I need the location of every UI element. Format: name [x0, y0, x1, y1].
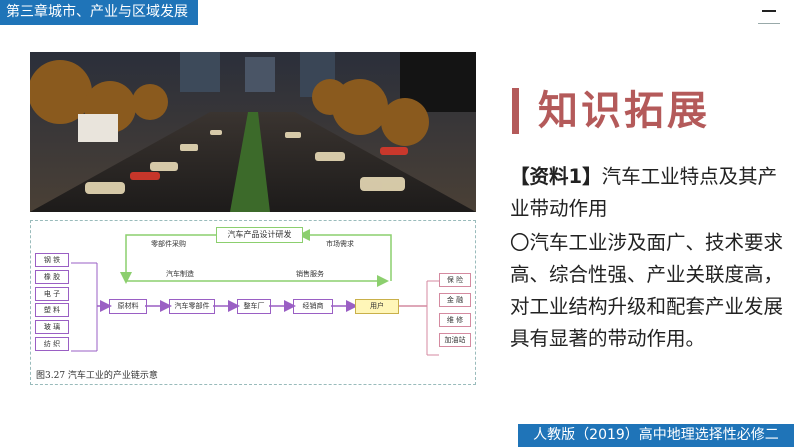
traffic-photo [30, 52, 476, 212]
label-sales-service: 销售服务 [296, 270, 324, 278]
title-accent-bar [512, 88, 519, 134]
chain-dealer: 经销商 [293, 299, 333, 314]
chain-vehicle-plant: 整车厂 [237, 299, 271, 314]
chain-car-parts: 汽车零部件 [169, 299, 215, 314]
label-parts-purchase: 零部件采购 [151, 240, 186, 248]
service-item: 维 修 [439, 313, 471, 327]
edition-footer: 人教版（2019）高中地理选择性必修二 [518, 424, 794, 447]
chain-raw-materials: 原材料 [109, 299, 147, 314]
edition-label: 人教版（2019）高中地理选择性必修二 [533, 427, 779, 443]
label-car-manufacturing: 汽车制造 [166, 270, 194, 278]
decorative-line [758, 23, 780, 24]
service-item: 加油站 [439, 333, 471, 347]
paragraph: 〇汽车工业涉及面广、技术要求高、综合性强、产业关联度高，对工业结构升级和配套产业… [510, 231, 784, 350]
service-item: 金 融 [439, 293, 471, 307]
chapter-title: 第三章城市、产业与区域发展 [6, 4, 188, 20]
design-rd-box: 汽车产品设计研发 [216, 227, 303, 243]
body-text: 【资料1】汽车工业特点及其产业带动作用 〇汽车工业涉及面广、技术要求高、综合性强… [510, 161, 788, 355]
services-column: 保 险 金 融 维 修 加油站 [439, 273, 471, 353]
material-item: 纺 织 [35, 336, 69, 351]
materials-column: 钢 铁 橡 胶 电 子 塑 料 玻 璃 纺 织 [35, 253, 69, 354]
figure-caption: 图3.27 汽车工业的产业链示意 [36, 371, 158, 381]
service-item: 保 险 [439, 273, 471, 287]
material-item: 电 子 [35, 286, 69, 301]
source-line: 【资料1】汽车工业特点及其产业带动作用 [510, 161, 788, 225]
source-label: 【资料1】 [510, 165, 602, 188]
industry-chain-diagram: 汽车产品设计研发 零部件采购 市场需求 汽车制造 销售服务 钢 铁 橡 胶 电 … [30, 220, 476, 385]
slide-title: 知识拓展 [538, 88, 710, 134]
chain-user: 用户 [355, 299, 399, 314]
material-item: 玻 璃 [35, 320, 69, 335]
label-market-demand: 市场需求 [326, 240, 354, 248]
chapter-title-bar: 第三章城市、产业与区域发展 [0, 0, 198, 25]
minimize-icon[interactable] [762, 10, 776, 12]
material-item: 钢 铁 [35, 253, 69, 267]
material-item: 橡 胶 [35, 269, 69, 284]
material-item: 塑 料 [35, 303, 69, 318]
